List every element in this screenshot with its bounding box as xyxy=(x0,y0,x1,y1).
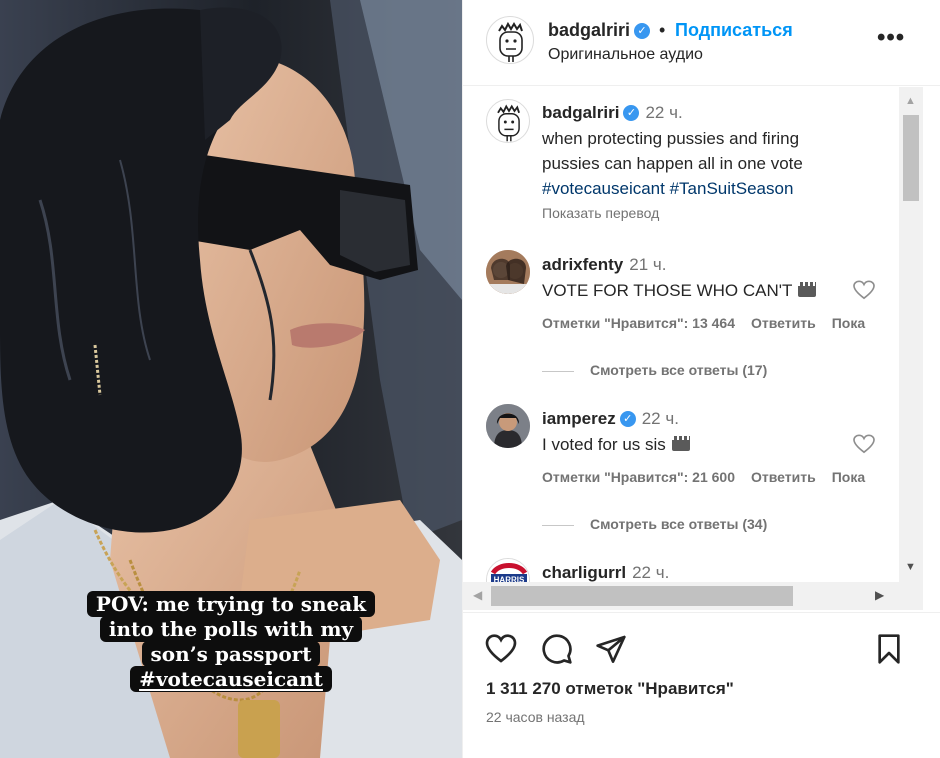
caption-avatar[interactable] xyxy=(486,99,530,143)
harris-badge-icon: HARRIS xyxy=(487,559,529,584)
caption-line: POV: me trying to sneak xyxy=(86,591,376,617)
more-options-button[interactable]: ••• xyxy=(877,24,905,52)
comment-text: I voted for us sis xyxy=(542,432,690,457)
caption-line: into the polls with my xyxy=(99,616,363,642)
comment-meta: Отметки "Нравится": 13 464 Ответить Пока xyxy=(542,315,881,331)
caption-hashtag: #votecauseicant xyxy=(130,666,332,692)
header-username[interactable]: badgalriri ✓ xyxy=(548,20,651,41)
save-bookmark-icon[interactable] xyxy=(873,633,905,665)
photo-avatar-icon xyxy=(486,250,530,294)
scroll-down-arrow-icon[interactable]: ▼ xyxy=(905,561,916,573)
like-comment-icon[interactable] xyxy=(853,434,875,454)
caption-username[interactable]: badgalriri ✓ 22 ч. xyxy=(542,103,683,123)
more-actions-button[interactable]: Пока xyxy=(832,315,865,331)
more-actions-button[interactable]: Пока xyxy=(832,469,865,485)
reply-button[interactable]: Ответить xyxy=(751,469,816,485)
comment-time: 22 ч. xyxy=(641,409,679,428)
share-paper-plane-icon[interactable] xyxy=(595,633,627,665)
post-header: badgalriri ✓ • Подписаться Оригинальное а… xyxy=(463,0,940,86)
clapperboard-icon xyxy=(798,282,817,297)
comment-avatar[interactable] xyxy=(486,250,530,294)
view-replies-button[interactable]: Смотреть все ответы (34) xyxy=(542,516,767,532)
comments-vertical-scrollbar[interactable]: ▲ ▼ xyxy=(899,87,923,584)
comments-list[interactable]: badgalriri ✓ 22 ч. when protecting pussies… xyxy=(463,87,899,584)
comment-text: VOTE FOR THOSE WHO CAN'T xyxy=(542,278,817,303)
reply-button[interactable]: Ответить xyxy=(751,315,816,331)
caption-time: 22 ч. xyxy=(645,103,683,122)
scroll-up-arrow-icon[interactable]: ▲ xyxy=(905,95,916,107)
audio-link[interactable]: Оригинальное аудио xyxy=(548,46,703,64)
post-actions: 1 311 270 отметок "Нравится" 22 часов на… xyxy=(463,612,940,758)
post-timestamp: 22 часов назад xyxy=(486,709,585,725)
caption-hashtags[interactable]: #votecauseicant #TanSuitSeason xyxy=(542,176,793,201)
comment-time: 21 ч. xyxy=(629,255,667,274)
verified-badge-icon: ✓ xyxy=(634,23,651,39)
clapperboard-icon xyxy=(671,436,690,451)
scroll-right-arrow-icon[interactable]: ▶ xyxy=(875,588,884,602)
caption-line: when protecting pussies and firing xyxy=(542,129,800,148)
video-caption: POV: me trying to sneak into the polls w… xyxy=(0,591,462,692)
doodle-face-icon xyxy=(498,21,523,62)
scroll-left-arrow-icon[interactable]: ◀ xyxy=(473,588,482,602)
verified-badge-icon: ✓ xyxy=(623,105,640,121)
comment-username[interactable]: adrixfenty 21 ч. xyxy=(542,255,666,275)
comment-username[interactable]: charligurrl 22 ч. xyxy=(542,563,669,583)
profile-avatar[interactable] xyxy=(486,16,534,64)
photo-avatar-icon xyxy=(486,404,530,448)
comment-meta: Отметки "Нравится": 21 600 Ответить Пока xyxy=(542,469,881,485)
comment-avatar[interactable] xyxy=(486,404,530,448)
like-comment-icon[interactable] xyxy=(853,280,875,300)
likes-count[interactable]: 1 311 270 отметок "Нравится" xyxy=(486,679,734,699)
caption-line: pussies can happen all in one vote xyxy=(542,154,803,173)
verified-badge-icon: ✓ xyxy=(619,411,636,427)
comment-time: 22 ч. xyxy=(632,563,670,582)
view-replies-button[interactable]: Смотреть все ответы (17) xyxy=(542,362,767,378)
comment-likes[interactable]: Отметки "Нравится": 21 600 xyxy=(542,469,735,485)
comment-avatar[interactable]: HARRIS xyxy=(486,558,530,584)
comment-likes[interactable]: Отметки "Нравится": 13 464 xyxy=(542,315,735,331)
caption-line: son’s passport xyxy=(141,641,321,667)
doodle-face-icon xyxy=(497,104,520,142)
show-translation-button[interactable]: Показать перевод xyxy=(542,205,659,221)
separator-dot: • xyxy=(659,20,666,40)
comments-horizontal-scrollbar[interactable]: ◀ ▶ xyxy=(463,582,923,610)
follow-button[interactable]: Подписаться xyxy=(675,20,793,41)
comment-bubble-icon[interactable] xyxy=(541,633,573,665)
scrollbar-thumb[interactable] xyxy=(491,586,793,606)
like-heart-icon[interactable] xyxy=(485,633,517,665)
comment-username[interactable]: iamperez ✓ 22 ч. xyxy=(542,409,679,429)
post-panel: badgalriri ✓ • Подписаться Оригинальное а… xyxy=(462,0,940,758)
reel-video[interactable]: POV: me trying to sneak into the polls w… xyxy=(0,0,462,758)
scrollbar-thumb[interactable] xyxy=(903,115,919,201)
